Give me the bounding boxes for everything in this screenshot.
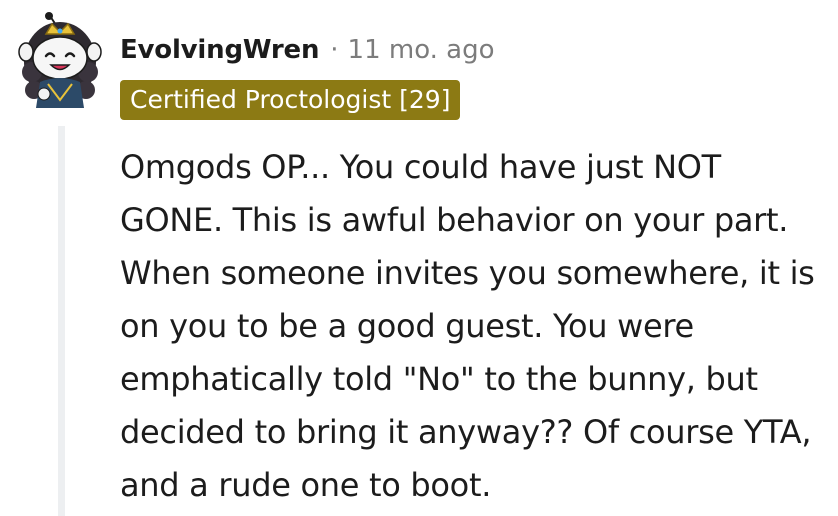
comment: EvolvingWren · 11 mo. ago Certified Proc… (0, 0, 838, 516)
meta-separator: · (330, 35, 339, 65)
comment-timestamp-link[interactable]: 11 mo. ago (348, 35, 495, 65)
user-flair-badge: Certified Proctologist [29] (120, 80, 461, 120)
thread-collapse-line[interactable] (58, 126, 65, 516)
user-avatar-icon[interactable] (18, 10, 102, 110)
comment-body: Omgods OP... You could have just NOT GON… (120, 148, 815, 504)
comment-author-link[interactable]: EvolvingWren (120, 35, 319, 65)
comment-meta: EvolvingWren · 11 mo. ago (120, 30, 495, 70)
